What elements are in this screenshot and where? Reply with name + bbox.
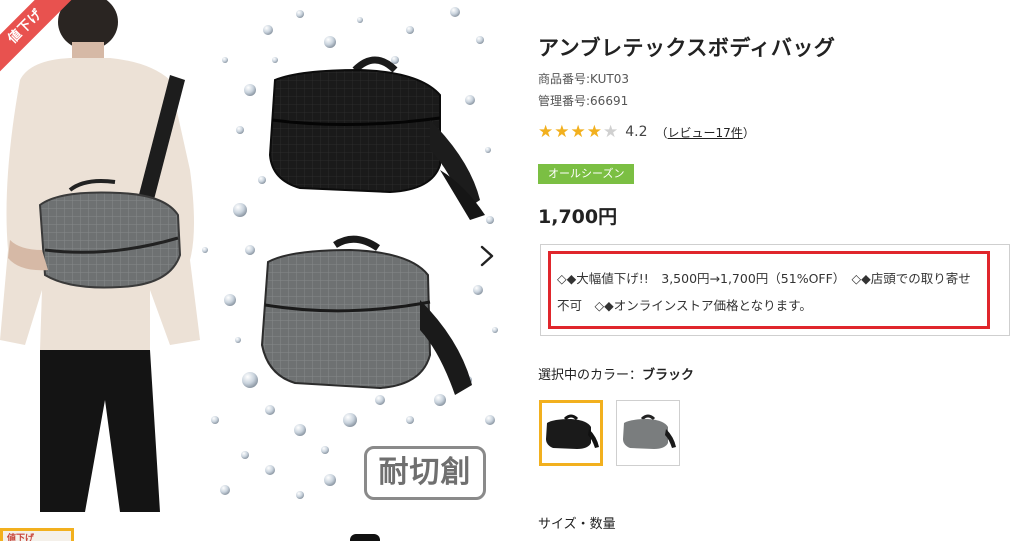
size-quantity-label: サイズ・数量 <box>538 517 616 532</box>
product-sku: 商品番号:KUT03 <box>538 72 629 86</box>
rating-row: ★ ★ ★ ★ ★ 4.2 （レビュー17件） <box>538 122 755 142</box>
rating-stars: ★ ★ ★ ★ ★ <box>538 122 619 142</box>
black-bag <box>268 56 485 220</box>
color-swatch-black[interactable] <box>539 400 603 466</box>
selected-color-label: 選択中のカラー：ブラック <box>538 364 694 383</box>
star-empty-icon: ★ <box>603 122 619 142</box>
color-label-value: ブラック <box>642 368 695 383</box>
color-label-prefix: 選択中のカラー： <box>538 368 643 383</box>
rating-score: 4.2 <box>625 124 648 140</box>
product-title: アンブレテックスボディバッグ <box>538 36 836 60</box>
gallery-next-button[interactable] <box>472 240 502 272</box>
color-swatch-gray[interactable] <box>616 400 680 466</box>
black-bag-thumbnail <box>546 414 599 449</box>
chevron-right-icon <box>480 245 494 267</box>
season-badge: オールシーズン <box>538 164 635 184</box>
review-open-paren: （ <box>655 125 668 140</box>
product-gallery: 値下げ 耐切創 値下げ <box>0 0 510 541</box>
management-number: 管理番号:66691 <box>538 94 629 108</box>
model-figure <box>0 0 200 512</box>
thumbnail-ribbon-text: 値下げ <box>7 534 35 541</box>
notice-box: ◇◆大幅値下げ!! 3,500円→1,700円（51%OFF） ◇◆店頭での取り… <box>540 244 1010 336</box>
star-icon: ★ <box>554 122 570 142</box>
main-product-image[interactable]: 値下げ 耐切創 <box>0 0 500 512</box>
notice-text: ◇◆大幅値下げ!! 3,500円→1,700円（51%OFF） ◇◆店頭での取り… <box>548 251 990 329</box>
product-price: 1,700円 <box>538 206 618 228</box>
star-icon: ★ <box>586 122 602 142</box>
thumbnail-strip: 値下げ <box>0 526 510 541</box>
review-link-wrapper: （レビュー17件） <box>656 124 755 141</box>
grey-bag <box>260 235 472 395</box>
cut-resistant-badge: 耐切創 <box>364 446 486 500</box>
product-photo <box>0 0 498 512</box>
gray-bag-thumbnail <box>623 414 676 449</box>
star-icon: ★ <box>570 122 586 142</box>
thumbnail-selected[interactable]: 値下げ <box>0 528 74 541</box>
star-icon: ★ <box>538 122 554 142</box>
review-link[interactable]: レビュー17件 <box>668 126 743 140</box>
thumbnail-item[interactable] <box>350 534 380 541</box>
review-close-paren: ） <box>742 125 755 140</box>
